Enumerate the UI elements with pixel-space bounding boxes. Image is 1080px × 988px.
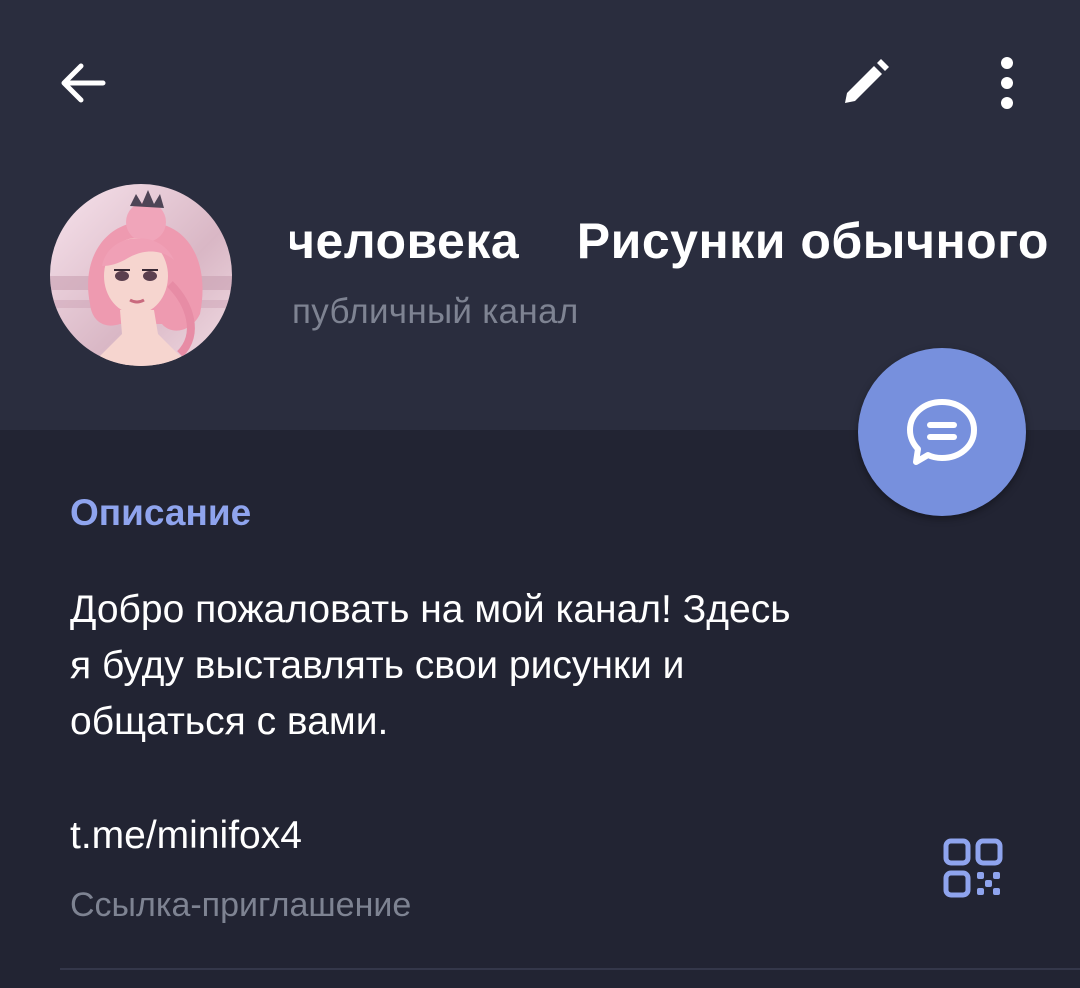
description-line: я буду выставлять свои рисунки и	[70, 644, 685, 687]
qr-code-icon	[943, 838, 1003, 898]
description-line: Добро пожаловать на мой канал! Здесь	[70, 588, 791, 631]
edit-button[interactable]	[820, 38, 910, 128]
qr-code-button[interactable]	[928, 828, 1018, 918]
more-options-button[interactable]	[962, 38, 1052, 128]
channel-description: Добро пожаловать на мой канал! Здесь я б…	[70, 582, 1030, 750]
anime-girl-avatar-icon	[50, 184, 232, 366]
channel-title: человека Рисунки обычного	[290, 213, 1049, 269]
invite-link-row[interactable]: t.me/minifox4 Ссылка-приглашение	[0, 800, 1080, 968]
divider	[60, 968, 1080, 970]
more-vertical-icon	[1001, 57, 1013, 109]
channel-info-screen: человека Рисунки обычного публичный кана…	[0, 0, 1080, 988]
channel-avatar[interactable]	[50, 184, 232, 366]
description-line: общаться с вами.	[70, 700, 389, 743]
arrow-left-icon	[61, 63, 106, 103]
discussion-button[interactable]	[858, 348, 1026, 516]
pencil-icon	[845, 59, 889, 103]
channel-title-container: человека Рисунки обычного	[290, 210, 1060, 284]
invite-link-caption: Ссылка-приглашение	[70, 886, 412, 924]
channel-type-label: публичный канал	[292, 292, 579, 331]
message-bubble-icon	[907, 399, 977, 465]
invite-link[interactable]: t.me/minifox4	[70, 814, 302, 858]
back-button[interactable]	[38, 38, 128, 128]
description-heading: Описание	[70, 492, 252, 533]
